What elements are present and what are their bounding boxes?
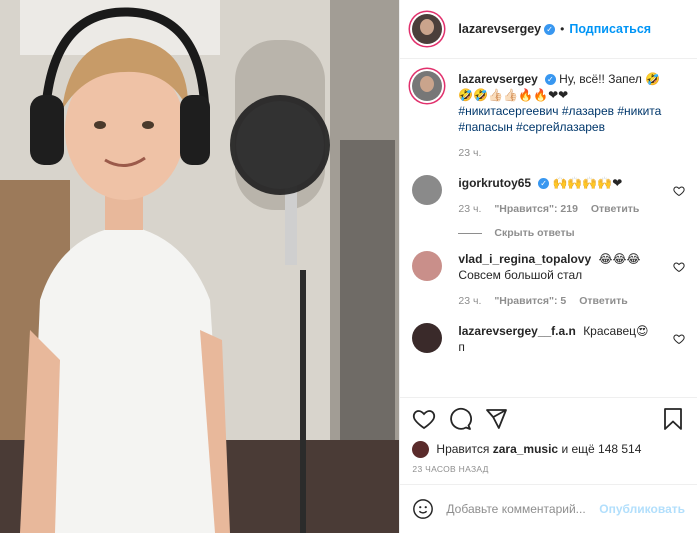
comment-text: Красавец😍: [583, 324, 649, 338]
comments-list[interactable]: lazarevsergey ✓ Ну, всё!! Запел 🤣 🤣🤣👍🏻👍🏻🔥…: [400, 59, 697, 397]
share-paper-plane-icon[interactable]: [484, 407, 508, 431]
post-sidebar: lazarevsergey ✓ • Подписаться lazarevser…: [399, 0, 697, 533]
heart-outline-icon[interactable]: [673, 185, 685, 197]
action-bar: [400, 397, 697, 440]
commenter-avatar[interactable]: [412, 251, 443, 281]
comment-username[interactable]: lazarevsergey__f.a.n: [458, 324, 575, 338]
verified-badge-icon: ✓: [544, 23, 556, 35]
comment-likes[interactable]: "Нравится": 219: [494, 203, 578, 215]
caption-text: Ну, всё!! Запел 🤣: [559, 72, 661, 86]
like-heart-icon[interactable]: [412, 407, 436, 431]
comment-time[interactable]: 23 ч.: [458, 295, 481, 307]
separator-dot: •: [560, 22, 565, 36]
comment-subtext: п: [458, 340, 465, 354]
emoji-smile-icon[interactable]: [412, 498, 434, 520]
caption-emoji-line: 🤣🤣👍🏻👍🏻🔥🔥❤❤: [458, 88, 569, 102]
post-header: lazarevsergey ✓ • Подписаться: [400, 0, 697, 59]
heart-outline-icon[interactable]: [673, 261, 685, 273]
comment-username[interactable]: vlad_i_regina_topalovy: [458, 252, 591, 266]
commenter-avatar[interactable]: [412, 323, 443, 353]
hide-replies-label: Скрыть ответы: [494, 227, 575, 239]
likes-prefix: Нравится: [436, 442, 490, 456]
verified-badge-icon: ✓: [544, 74, 556, 85]
instagram-post: lazarevsergey ✓ • Подписаться lazarevser…: [0, 0, 697, 533]
post-timestamp[interactable]: 23 ЧАСОВ НАЗАД: [400, 458, 697, 484]
reply-button[interactable]: Ответить: [579, 295, 628, 307]
author-avatar[interactable]: [412, 14, 443, 44]
liker-username[interactable]: zara_music: [493, 442, 558, 456]
commenter-avatar[interactable]: [412, 175, 443, 205]
verified-badge-icon: ✓: [538, 178, 550, 189]
comment-item: lazarevsergey__f.a.n Красавец😍 п: [412, 323, 685, 355]
comment-subtext: Совсем большой стал: [458, 268, 583, 282]
publish-button[interactable]: Опубликовать: [599, 502, 685, 516]
photo-illustration: [0, 0, 400, 533]
comment-input[interactable]: Добавьте комментарий...: [446, 502, 593, 516]
author-username[interactable]: lazarevsergey: [458, 22, 541, 36]
comment-text: 😂😂😂: [598, 252, 641, 266]
caption-time[interactable]: 23 ч.: [458, 147, 481, 159]
reply-button[interactable]: Ответить: [591, 203, 640, 215]
hide-replies-button[interactable]: Скрыть ответы: [458, 227, 685, 239]
heart-outline-icon[interactable]: [673, 333, 685, 345]
comment-username[interactable]: igorkrutoy65: [458, 176, 531, 190]
likes-count[interactable]: и ещё 148 514: [561, 442, 641, 456]
comment-item: igorkrutoy65 ✓ 🙌🙌🙌🙌❤ 23 ч. "Нравится": 21…: [412, 175, 685, 217]
comment-likes[interactable]: "Нравится": 5: [494, 295, 566, 307]
likes-summary[interactable]: Нравится zara_music и ещё 148 514: [400, 440, 697, 458]
save-bookmark-icon[interactable]: [661, 407, 685, 431]
comment-time[interactable]: 23 ч.: [458, 203, 481, 215]
comment-item: vlad_i_regina_topalovy 😂😂😂 Совсем большо…: [412, 251, 685, 309]
follow-button[interactable]: Подписаться: [569, 22, 651, 36]
liker-avatar: [412, 440, 430, 458]
caption-avatar[interactable]: [412, 71, 443, 101]
post-photo[interactable]: [0, 0, 400, 533]
divider-line: [458, 232, 483, 234]
comment-bubble-icon[interactable]: [448, 407, 473, 431]
add-comment-bar: Добавьте комментарий... Опубликовать: [400, 484, 697, 533]
caption-username[interactable]: lazarevsergey: [458, 72, 537, 86]
comment-text: 🙌🙌🙌🙌❤: [552, 176, 623, 190]
caption-hashtags[interactable]: #никитасергеевич #лазарев #никита #папас…: [458, 104, 661, 134]
caption: lazarevsergey ✓ Ну, всё!! Запел 🤣 🤣🤣👍🏻👍🏻🔥…: [412, 71, 685, 161]
